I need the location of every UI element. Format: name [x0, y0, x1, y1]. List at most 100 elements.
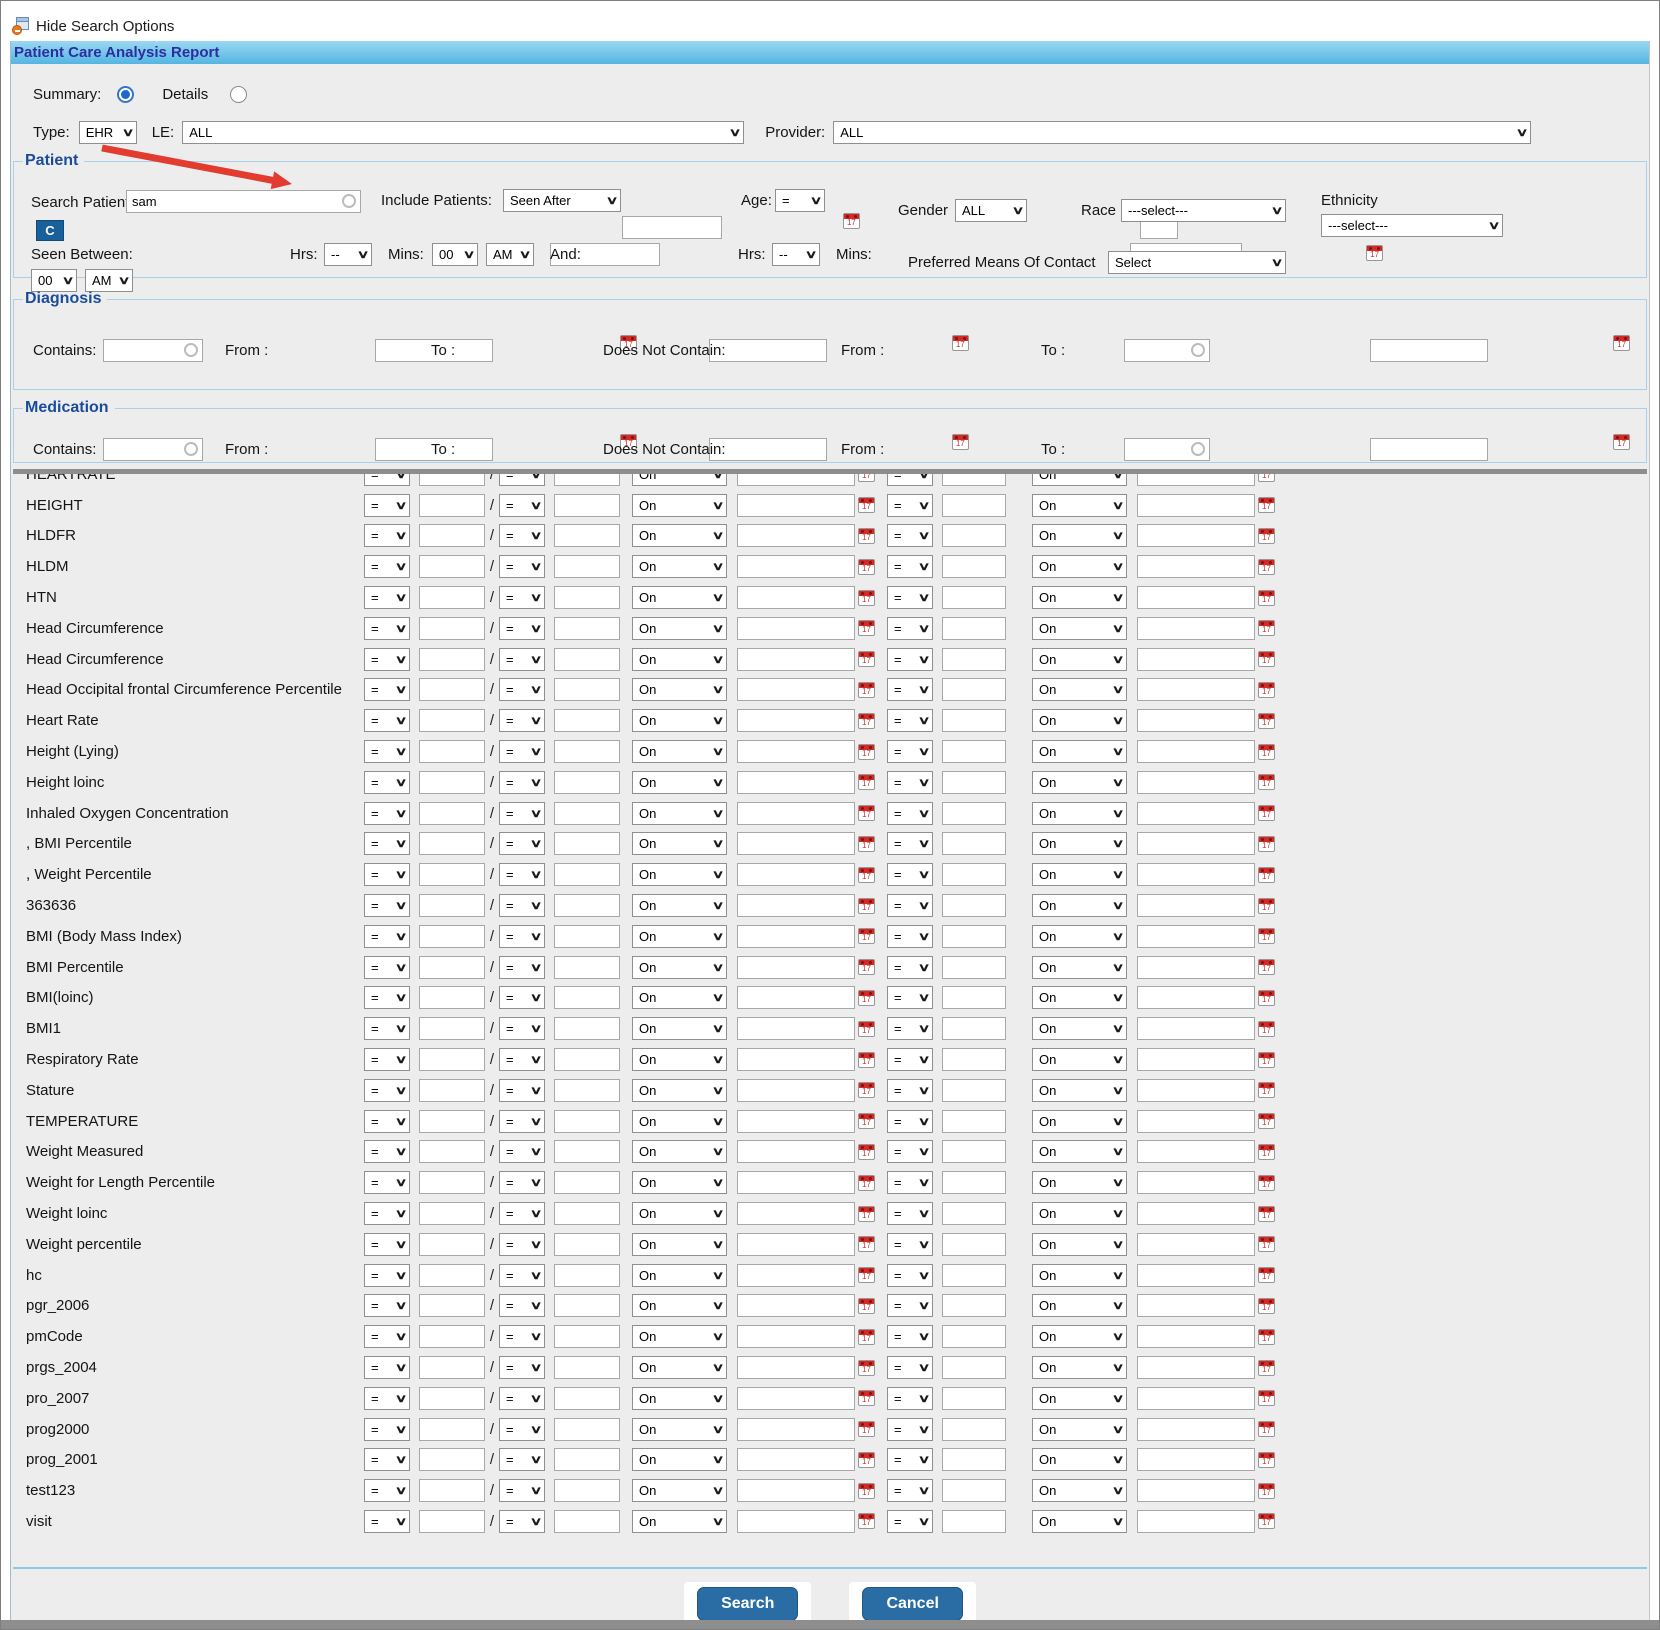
value-input[interactable] — [942, 524, 1006, 547]
date-mode-select[interactable]: On∨ — [1032, 555, 1127, 578]
value-operator-select[interactable]: =∨ — [887, 524, 933, 547]
value-operator-select[interactable]: =∨ — [887, 771, 933, 794]
date-input[interactable] — [1137, 771, 1255, 794]
date-mode-select[interactable]: On∨ — [1032, 1017, 1127, 1040]
value-operator-select[interactable]: =∨ — [364, 1202, 410, 1225]
calendar-icon[interactable]: 17 — [1258, 867, 1275, 883]
value-input[interactable] — [942, 1171, 1006, 1194]
calendar-icon[interactable]: 17 — [952, 434, 969, 450]
calendar-icon[interactable]: 17 — [1258, 1360, 1275, 1376]
date-mode-select[interactable]: On∨ — [632, 586, 727, 609]
value-input[interactable] — [554, 1418, 620, 1441]
date-input[interactable] — [737, 956, 855, 979]
value-operator-select[interactable]: =∨ — [499, 1479, 545, 1502]
date-mode-select[interactable]: On∨ — [1032, 1448, 1127, 1471]
value-operator-select[interactable]: =∨ — [499, 1017, 545, 1040]
value-input[interactable] — [554, 771, 620, 794]
value-input[interactable] — [554, 1079, 620, 1102]
calendar-icon[interactable]: 17 — [858, 744, 875, 760]
value-operator-select[interactable]: =∨ — [887, 586, 933, 609]
value-input[interactable] — [554, 894, 620, 917]
value-input[interactable] — [942, 709, 1006, 732]
value-operator-select[interactable]: =∨ — [887, 925, 933, 948]
value-operator-select[interactable]: =∨ — [887, 1017, 933, 1040]
date-input[interactable] — [1137, 1387, 1255, 1410]
date-input[interactable] — [737, 832, 855, 855]
calendar-icon[interactable]: 17 — [843, 213, 860, 229]
value-operator-select[interactable]: =∨ — [364, 648, 410, 671]
calendar-icon[interactable]: 17 — [858, 1390, 875, 1406]
value-operator-select[interactable]: =∨ — [499, 863, 545, 886]
value-input[interactable] — [554, 709, 620, 732]
date-mode-select[interactable]: On∨ — [1032, 469, 1127, 486]
value-input[interactable] — [419, 1110, 485, 1133]
value-operator-select[interactable]: =∨ — [887, 832, 933, 855]
calendar-icon[interactable]: 17 — [1258, 559, 1275, 575]
date-mode-select[interactable]: On∨ — [1032, 1264, 1127, 1287]
date-mode-select[interactable]: On∨ — [1032, 1356, 1127, 1379]
date-mode-select[interactable]: On∨ — [632, 1140, 727, 1163]
value-operator-select[interactable]: =∨ — [887, 1356, 933, 1379]
search-patient-input[interactable] — [126, 190, 361, 213]
calendar-icon[interactable]: 17 — [1258, 1452, 1275, 1468]
hide-search-options-link[interactable]: Hide Search Options — [36, 18, 174, 35]
value-input[interactable] — [554, 1448, 620, 1471]
value-input[interactable] — [419, 1264, 485, 1287]
value-input[interactable] — [554, 494, 620, 517]
date-input[interactable] — [737, 863, 855, 886]
value-input[interactable] — [419, 863, 485, 886]
calendar-icon[interactable]: 17 — [1258, 1298, 1275, 1314]
date-mode-select[interactable]: On∨ — [632, 1418, 727, 1441]
calendar-icon[interactable]: 17 — [1613, 335, 1630, 351]
value-operator-select[interactable]: =∨ — [364, 555, 410, 578]
value-operator-select[interactable]: =∨ — [364, 709, 410, 732]
value-operator-select[interactable]: =∨ — [499, 771, 545, 794]
value-input[interactable] — [554, 1048, 620, 1071]
calendar-icon[interactable]: 17 — [858, 682, 875, 698]
value-input[interactable] — [942, 802, 1006, 825]
date-input[interactable] — [737, 1233, 855, 1256]
date-mode-select[interactable]: On∨ — [1032, 832, 1127, 855]
date-mode-select[interactable]: On∨ — [632, 1017, 727, 1040]
diagnosis-to-input[interactable] — [709, 339, 827, 362]
calendar-icon[interactable]: 17 — [858, 1113, 875, 1129]
value-input[interactable] — [942, 1110, 1006, 1133]
age-operator-select[interactable]: =∨ — [775, 189, 825, 212]
date-mode-select[interactable]: On∨ — [632, 1110, 727, 1133]
value-input[interactable] — [554, 1387, 620, 1410]
value-operator-select[interactable]: =∨ — [887, 894, 933, 917]
value-input[interactable] — [942, 1140, 1006, 1163]
date-mode-select[interactable]: On∨ — [632, 678, 727, 701]
value-operator-select[interactable]: =∨ — [887, 802, 933, 825]
date-input[interactable] — [1137, 1233, 1255, 1256]
date-input[interactable] — [1137, 555, 1255, 578]
value-operator-select[interactable]: =∨ — [499, 925, 545, 948]
date-input[interactable] — [737, 1479, 855, 1502]
date-input[interactable] — [1137, 1264, 1255, 1287]
date-input[interactable] — [737, 1048, 855, 1071]
value-operator-select[interactable]: =∨ — [887, 1448, 933, 1471]
calendar-icon[interactable]: 17 — [1258, 1483, 1275, 1499]
value-operator-select[interactable]: =∨ — [499, 469, 545, 486]
date-input[interactable] — [737, 555, 855, 578]
value-operator-select[interactable]: =∨ — [499, 832, 545, 855]
date-input[interactable] — [1137, 986, 1255, 1009]
value-operator-select[interactable]: =∨ — [887, 1418, 933, 1441]
calendar-icon[interactable]: 17 — [1366, 245, 1383, 261]
value-operator-select[interactable]: =∨ — [364, 1048, 410, 1071]
value-input[interactable] — [554, 925, 620, 948]
calendar-icon[interactable]: 17 — [858, 497, 875, 513]
date-mode-select[interactable]: On∨ — [1032, 1387, 1127, 1410]
date-input[interactable] — [737, 1387, 855, 1410]
value-input[interactable] — [554, 555, 620, 578]
value-input[interactable] — [942, 1202, 1006, 1225]
date-mode-select[interactable]: On∨ — [632, 494, 727, 517]
date-input[interactable] — [1137, 1140, 1255, 1163]
calendar-icon[interactable]: 17 — [858, 898, 875, 914]
value-operator-select[interactable]: =∨ — [364, 1387, 410, 1410]
value-operator-select[interactable]: =∨ — [499, 1448, 545, 1471]
value-input[interactable] — [554, 524, 620, 547]
value-input[interactable] — [942, 1356, 1006, 1379]
value-operator-select[interactable]: =∨ — [499, 648, 545, 671]
calendar-icon[interactable]: 17 — [1258, 1175, 1275, 1191]
